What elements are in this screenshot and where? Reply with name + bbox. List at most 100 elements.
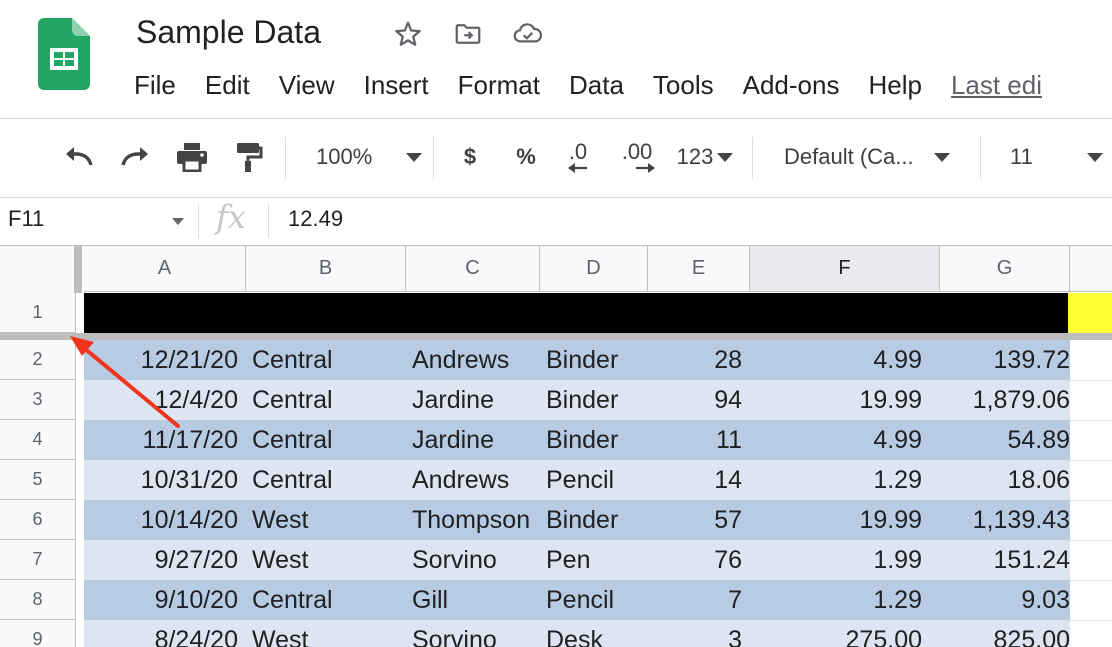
decrease-decimal-button[interactable]: .0 <box>558 139 598 175</box>
cell-item[interactable]: Pencil <box>546 580 650 620</box>
row-header-4[interactable]: 4 <box>0 420 76 460</box>
zoom-select[interactable]: 100% <box>306 139 424 175</box>
column-header-d[interactable]: D <box>540 246 648 292</box>
number-format-select[interactable]: 123 <box>672 139 738 175</box>
cell-unit-cost[interactable]: 19.99 <box>750 500 922 540</box>
row-header-9[interactable]: 9 <box>0 620 76 647</box>
cell-rep[interactable]: Andrews <box>412 340 542 380</box>
cell-date[interactable]: 12/21/20 <box>84 340 238 380</box>
move-to-folder-icon[interactable] <box>452 18 484 50</box>
cell-total[interactable]: 825.00 <box>940 620 1070 647</box>
cell-units[interactable]: 57 <box>648 500 742 540</box>
table-row[interactable]: 11/17/20 Central Jardine Binder 11 4.99 … <box>84 420 1070 460</box>
column-header-b[interactable]: B <box>246 246 406 292</box>
star-icon[interactable] <box>392 18 424 50</box>
cell-total[interactable]: 9.03 <box>940 580 1070 620</box>
cell-rep[interactable]: Jardine <box>412 380 542 420</box>
cell-date[interactable]: 11/17/20 <box>84 420 238 460</box>
cell-units[interactable]: 76 <box>648 540 742 580</box>
cell-unit-cost[interactable]: 1.99 <box>750 540 922 580</box>
cell-rep[interactable]: Sorvino <box>412 620 542 647</box>
formula-input[interactable]: 12.49 <box>288 206 343 232</box>
cell-item[interactable]: Pencil <box>546 460 650 500</box>
select-all-corner[interactable] <box>0 246 77 293</box>
column-header-e[interactable]: E <box>648 246 750 292</box>
row-header-1[interactable]: 1 <box>0 293 76 333</box>
name-box[interactable]: F11 <box>8 206 44 232</box>
increase-decimal-button[interactable]: .00 <box>614 139 660 175</box>
cell-unit-cost[interactable]: 4.99 <box>750 340 922 380</box>
column-header-g[interactable]: G <box>940 246 1070 292</box>
table-row[interactable]: 9/10/20 Central Gill Pencil 7 1.29 9.03 <box>84 580 1070 620</box>
cell-date[interactable]: 12/4/20 <box>84 380 238 420</box>
table-row[interactable]: 10/31/20 Central Andrews Pencil 14 1.29 … <box>84 460 1070 500</box>
cell-unit-cost[interactable]: 4.99 <box>750 420 922 460</box>
cell-date[interactable]: 8/24/20 <box>84 620 238 647</box>
cell-unit-cost[interactable]: 275.00 <box>750 620 922 647</box>
cell-item[interactable]: Binder <box>546 420 650 460</box>
column-header-a[interactable]: A <box>84 246 246 292</box>
last-edit-link[interactable]: Last edi <box>951 70 1042 101</box>
menu-data[interactable]: Data <box>569 70 624 101</box>
cell-item[interactable]: Pen <box>546 540 650 580</box>
font-family-select[interactable]: Default (Ca... <box>784 139 964 175</box>
cell-date[interactable]: 9/10/20 <box>84 580 238 620</box>
cell-unit-cost[interactable]: 19.99 <box>750 380 922 420</box>
freeze-row-divider[interactable] <box>0 333 1112 340</box>
document-title[interactable]: Sample Data <box>136 14 321 51</box>
cell-date[interactable]: 10/31/20 <box>84 460 238 500</box>
menu-format[interactable]: Format <box>458 70 540 101</box>
cell-unit-cost[interactable]: 1.29 <box>750 460 922 500</box>
percent-format-button[interactable]: % <box>510 139 542 175</box>
cell-total[interactable]: 1,879.06 <box>940 380 1070 420</box>
cell-total[interactable]: 151.24 <box>940 540 1070 580</box>
column-header-f[interactable]: F <box>750 246 940 292</box>
menu-edit[interactable]: Edit <box>205 70 250 101</box>
freeze-column-handle[interactable] <box>74 246 82 293</box>
cell-units[interactable]: 14 <box>648 460 742 500</box>
menu-tools[interactable]: Tools <box>653 70 714 101</box>
highlighted-cell[interactable] <box>1068 293 1112 333</box>
cell-region[interactable]: West <box>252 540 408 580</box>
cell-region[interactable]: Central <box>252 420 408 460</box>
cell-region[interactable]: West <box>252 500 408 540</box>
chevron-down-icon[interactable] <box>172 218 184 225</box>
table-row[interactable]: 10/14/20 West Thompson Binder 57 19.99 1… <box>84 500 1070 540</box>
undo-icon[interactable] <box>60 139 98 175</box>
cell-region[interactable]: Central <box>252 340 408 380</box>
cell-date[interactable]: 10/14/20 <box>84 500 238 540</box>
cell-item[interactable]: Binder <box>546 340 650 380</box>
sheets-logo-icon[interactable] <box>38 18 90 90</box>
cell-units[interactable]: 28 <box>648 340 742 380</box>
redo-icon[interactable] <box>116 139 154 175</box>
row-header-2[interactable]: 2 <box>0 340 76 380</box>
currency-format-button[interactable]: $ <box>454 139 486 175</box>
cell-rep[interactable]: Thompson <box>412 500 542 540</box>
cell-unit-cost[interactable]: 1.29 <box>750 580 922 620</box>
menu-insert[interactable]: Insert <box>364 70 429 101</box>
cell-total[interactable]: 1,139.43 <box>940 500 1070 540</box>
spreadsheet-grid[interactable]: A B C D E F G 1 2 3 4 5 6 7 8 9 12/21/20… <box>0 246 1112 647</box>
cell-region[interactable]: Central <box>252 580 408 620</box>
menu-view[interactable]: View <box>279 70 335 101</box>
row-header-5[interactable]: 5 <box>0 460 76 500</box>
print-icon[interactable] <box>172 139 212 175</box>
table-row[interactable]: 8/24/20 West Sorvino Desk 3 275.00 825.0… <box>84 620 1070 647</box>
cell-region[interactable]: West <box>252 620 408 647</box>
cell-units[interactable]: 7 <box>648 580 742 620</box>
cell-rep[interactable]: Andrews <box>412 460 542 500</box>
cell-region[interactable]: Central <box>252 460 408 500</box>
table-row[interactable]: 12/4/20 Central Jardine Binder 94 19.99 … <box>84 380 1070 420</box>
cell-item[interactable]: Desk <box>546 620 650 647</box>
cell-units[interactable]: 3 <box>648 620 742 647</box>
row-header-8[interactable]: 8 <box>0 580 76 620</box>
cell-units[interactable]: 94 <box>648 380 742 420</box>
table-row[interactable]: 9/27/20 West Sorvino Pen 76 1.99 151.24 <box>84 540 1070 580</box>
row-header-3[interactable]: 3 <box>0 380 76 420</box>
cell-rep[interactable]: Gill <box>412 580 542 620</box>
table-row[interactable]: 12/21/20 Central Andrews Binder 28 4.99 … <box>84 340 1070 380</box>
row-header-6[interactable]: 6 <box>0 500 76 540</box>
cell-units[interactable]: 11 <box>648 420 742 460</box>
column-header-c[interactable]: C <box>406 246 540 292</box>
cell-item[interactable]: Binder <box>546 500 650 540</box>
